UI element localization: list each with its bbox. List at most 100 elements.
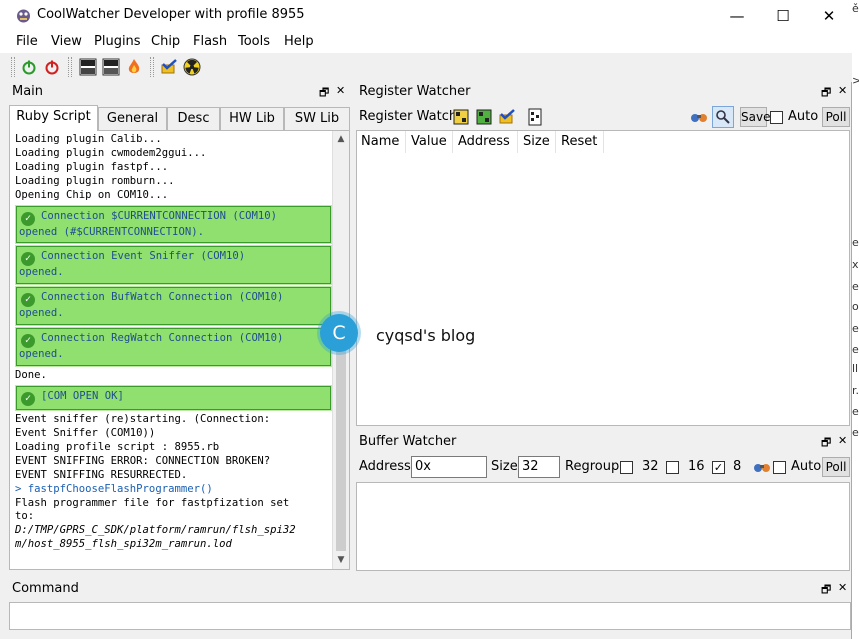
tab-ruby-script[interactable]: Ruby Script [9,105,98,131]
console-line: Loading plugin fastpf... [15,160,169,173]
strip-char: e [852,322,859,335]
column-separator [555,131,556,153]
column-header-size[interactable]: Size [523,134,550,149]
menu-view[interactable]: View [51,34,82,49]
buffer-poll-button[interactable]: Poll [822,457,850,477]
ok-message-2: opened. [19,348,64,361]
console-line: Loading plugin romburn... [15,174,175,187]
minimize-button[interactable]: — [714,0,760,31]
close-icon[interactable]: ✕ [838,434,847,447]
scroll-thumb[interactable] [336,321,346,551]
save-button[interactable]: Save [740,107,770,127]
connection-ok-box: ✓ Connection RegWatch Connection (COM10) … [15,327,332,368]
add-register-icon[interactable] [451,107,471,127]
buffer-view[interactable] [356,482,850,571]
drv-flash-icon[interactable] [101,57,121,77]
main-pane-title: Main 🗗 ✕ [8,82,351,102]
load-flash-icon[interactable] [78,57,98,77]
close-icon[interactable]: ✕ [838,84,847,97]
binoculars-icon[interactable] [689,107,709,127]
main-tabs: Ruby Script General Desc HW Lib SW Lib [9,105,350,131]
register-watcher-title: Register Watcher 🗗 ✕ [355,82,852,102]
power-off-icon[interactable] [42,57,62,77]
address-label: Address [359,459,411,474]
check-mark-icon[interactable] [497,107,517,127]
float-icon[interactable]: 🗗 [821,84,831,103]
command-input[interactable] [9,602,851,630]
poll-button[interactable]: Poll [822,107,850,127]
check-mark-icon[interactable] [159,57,179,77]
register-toolbar: Register Watch Save Auto Poll [355,105,852,129]
regroup-8-checkbox[interactable]: ✓ [712,461,725,474]
column-header-reset[interactable]: Reset [561,134,597,149]
strip-char: > [852,74,859,87]
menu-file[interactable]: File [16,34,38,49]
ok-message: Connection BufWatch Connection (COM10) [41,291,284,304]
tab-sw-lib[interactable]: SW Lib [284,107,350,130]
console-line: Flash programmer file for fastpfization … [15,496,290,509]
binoculars-icon[interactable] [752,457,772,477]
menu-chip[interactable]: Chip [151,34,180,49]
title-bar: CoolWatcher Developer with profile 8955 … [0,0,852,31]
fire-icon[interactable] [124,57,144,77]
scroll-down-icon[interactable]: ▼ [333,552,349,569]
regroup-16-checkbox[interactable] [666,461,679,474]
close-button[interactable]: ✕ [806,0,852,31]
radiation-icon[interactable] [182,57,202,77]
tab-desc[interactable]: Desc [167,107,220,130]
regroup-16-label: 16 [688,459,705,474]
float-icon[interactable]: 🗗 [821,434,831,453]
menu-flash[interactable]: Flash [193,34,227,49]
strip-char: e [852,343,859,356]
console-line: Opening Chip on COM10... [15,188,169,201]
size-input[interactable]: 32 [518,456,560,478]
register-watch-label: Register Watch [359,109,458,124]
menu-help[interactable]: Help [284,34,314,49]
console-path-line: m/host_8955_flsh_spi32m_ramrun.lod [15,538,232,551]
ok-message: [COM OPEN OK] [41,390,124,403]
check-circle-icon: ✓ [21,392,35,407]
regroup-32-checkbox[interactable] [620,461,633,474]
column-header-value[interactable]: Value [411,134,447,149]
regroup-label: Regroup [565,459,620,474]
ok-message: Connection $CURRENTCONNECTION (COM10) [41,209,277,222]
register-watcher-pane: Register Watcher 🗗 ✕ Register Watch Save… [355,82,852,427]
float-icon[interactable]: 🗗 [821,581,831,600]
column-header-address[interactable]: Address [458,134,510,149]
add-register-alt-icon[interactable] [474,107,494,127]
register-list-icon[interactable] [525,107,545,127]
console-line: EVENT SNIFFING ERROR: CONNECTION BROKEN? [15,454,271,467]
check-circle-icon: ✓ [21,334,35,349]
menu-plugins[interactable]: Plugins [94,34,141,49]
buffer-watcher-title: Buffer Watcher 🗗 ✕ [355,432,852,452]
check-circle-icon: ✓ [21,252,35,267]
main-pane: Main 🗗 ✕ Ruby Script General Desc HW Lib… [8,82,351,572]
close-icon[interactable]: ✕ [838,581,847,594]
register-table[interactable]: Name Value Address Size Reset [356,130,850,426]
ruby-console[interactable]: Loading plugin Calib... Loading plugin c… [9,130,350,570]
toolbar-grip[interactable] [11,57,15,77]
window-title: CoolWatcher Developer with profile 8955 [37,7,305,22]
command-title-text: Command [12,581,79,596]
strip-char: ll [852,362,859,375]
close-icon[interactable]: ✕ [336,84,345,97]
toolbar-grip-3[interactable] [150,57,154,77]
float-icon[interactable]: 🗗 [319,84,329,103]
column-header-name[interactable]: Name [361,134,399,149]
tab-general[interactable]: General [98,107,167,130]
scroll-up-icon[interactable]: ▲ [333,131,349,148]
buffer-auto-checkbox[interactable] [773,461,786,474]
menu-tools[interactable]: Tools [238,34,270,49]
search-register-icon[interactable] [712,106,734,128]
strip-char: x [852,258,859,271]
strip-char: o [852,300,859,313]
address-input[interactable]: 0x [411,456,487,478]
tab-hw-lib[interactable]: HW Lib [220,107,284,130]
toolbar-grip-2[interactable] [68,57,72,77]
check-circle-icon: ✓ [21,293,35,308]
maximize-button[interactable]: ☐ [760,0,806,31]
auto-checkbox[interactable] [770,111,783,124]
console-line: Event sniffer (re)starting. (Connection: [15,413,271,426]
com-open-ok-box: ✓ [COM OPEN OK] [15,385,332,412]
power-on-icon[interactable] [19,57,39,77]
